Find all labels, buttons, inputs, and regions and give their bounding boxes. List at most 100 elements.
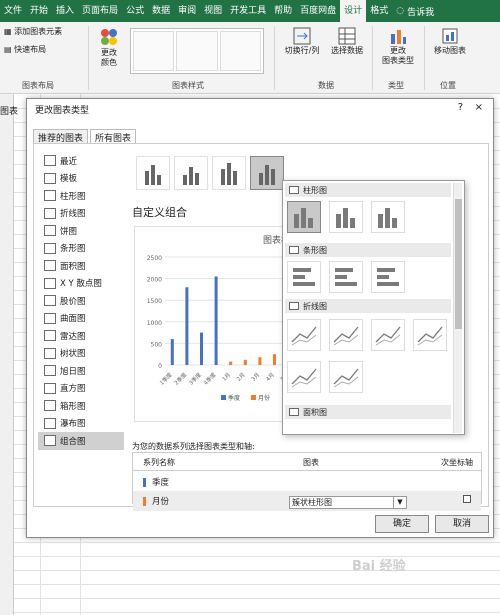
chart-name-label: 图表 — [0, 107, 19, 117]
chart-type-label: 股价图 — [60, 296, 86, 307]
help-search[interactable]: ◌ 告诉我 — [396, 5, 434, 18]
chart-type-icon — [44, 295, 56, 307]
chart-type-item[interactable]: 折线图 — [38, 205, 124, 223]
x-tick-label: 3季度 — [187, 370, 203, 386]
popup-chart-option[interactable] — [329, 201, 363, 233]
separator — [274, 26, 275, 90]
chart-type-item[interactable]: 条形图 — [38, 240, 124, 258]
chart-type-icon — [44, 207, 56, 219]
ribbon-tab[interactable]: 百度网盘 — [296, 0, 340, 22]
chart-type-item[interactable]: 组合图 — [38, 432, 124, 450]
chart-type-icon — [44, 277, 56, 289]
chart-element-icon: ▦ — [4, 27, 15, 36]
popup-chart-option[interactable] — [371, 319, 405, 351]
popup-scrollbar[interactable] — [453, 183, 462, 433]
chart-type-icon — [44, 190, 56, 202]
style-thumb[interactable] — [133, 31, 175, 71]
chart-type-popup: 柱形图 条形图 折线图 面积图 — [282, 180, 465, 435]
select-data-button[interactable]: 选择数据 — [326, 26, 368, 56]
help-icon[interactable]: ? — [458, 102, 463, 113]
popup-chart-option[interactable] — [287, 201, 321, 233]
grid-row-line — [14, 598, 500, 599]
group-layout-label: 图表布局 — [22, 81, 54, 90]
ribbon-tab[interactable]: 审阅 — [174, 0, 200, 22]
combo-subtype-clustered-line[interactable] — [136, 156, 170, 190]
series-chart-type-dropdown[interactable]: 簇状柱形图 ▼ — [289, 496, 407, 509]
grid-row-line — [14, 612, 500, 613]
group-location-label: 位置 — [440, 81, 456, 90]
ribbon-tab[interactable]: 设计 — [340, 0, 367, 22]
chart-type-item[interactable]: 直方图 — [38, 380, 124, 398]
y-tick-label: 2500 — [147, 255, 162, 262]
layout-icon: ▤ — [4, 45, 15, 54]
combo-subtype-custom[interactable] — [250, 156, 284, 190]
combo-subtypes — [136, 156, 284, 190]
popup-chart-option[interactable] — [329, 261, 363, 293]
change-chart-type-button[interactable]: 更改 图表类型 — [376, 26, 420, 66]
scrollbar-thumb[interactable] — [455, 199, 462, 329]
separator — [88, 26, 89, 90]
series-name: 季度 — [152, 478, 170, 488]
x-tick-label: 4月 — [265, 371, 276, 382]
chart-type-item[interactable]: X Y 散点图 — [38, 275, 124, 293]
chart-type-icon — [44, 242, 56, 254]
combo-subtype-clustered-line-secondary[interactable] — [174, 156, 208, 190]
ribbon-tab[interactable]: 文件 — [0, 0, 26, 22]
category-icon — [289, 302, 299, 310]
chart-type-item[interactable]: 模板 — [38, 170, 124, 188]
ribbon-tab[interactable]: 数据 — [148, 0, 174, 22]
col-chart-type: 图表 — [303, 458, 319, 467]
popup-chart-option[interactable] — [287, 261, 321, 293]
line-chart-icon — [333, 326, 359, 346]
chart-type-item[interactable]: 瀑布图 — [38, 415, 124, 433]
style-thumb[interactable] — [176, 31, 218, 71]
secondary-axis-checkbox[interactable] — [463, 495, 471, 503]
chart-type-item[interactable]: 曲面图 — [38, 310, 124, 328]
ribbon-tab[interactable]: 插入 — [52, 0, 78, 22]
chart-type-label: 曲面图 — [60, 314, 86, 325]
popup-chart-option[interactable] — [287, 319, 321, 351]
quick-layout-button[interactable]: ▤ 快速布局 — [4, 44, 46, 55]
popup-chart-option[interactable] — [287, 361, 321, 393]
move-chart-button[interactable]: 移动图表 — [428, 26, 472, 56]
ribbon-tab[interactable]: 页面布局 — [78, 0, 122, 22]
chart-type-item[interactable]: 饼图 — [38, 222, 124, 240]
chart-type-item[interactable]: 股价图 — [38, 292, 124, 310]
style-thumb[interactable] — [219, 31, 261, 71]
chart-type-item[interactable]: 面积图 — [38, 257, 124, 275]
chart-type-item[interactable]: 旭日图 — [38, 362, 124, 380]
ribbon-tab[interactable]: 开发工具 — [226, 0, 270, 22]
chevron-down-icon[interactable]: ▼ — [393, 497, 406, 508]
popup-chart-option[interactable] — [329, 319, 363, 351]
ok-button[interactable]: 确定 — [375, 515, 429, 533]
switch-row-column-button[interactable]: 切换行/列 — [280, 26, 324, 56]
popup-chart-option[interactable] — [371, 201, 405, 233]
change-colors-button[interactable]: 更改 颜色 — [94, 26, 124, 68]
chart-type-item[interactable]: 箱形图 — [38, 397, 124, 415]
chart-type-item[interactable]: 雷达图 — [38, 327, 124, 345]
popup-category-header: 面积图 — [285, 405, 451, 419]
combo-subtype-stacked-area[interactable] — [212, 156, 246, 190]
ribbon-tab[interactable]: 开始 — [26, 0, 52, 22]
legend-label: 季度 — [228, 394, 240, 402]
category-icon — [289, 186, 299, 194]
chart-type-item[interactable]: 柱形图 — [38, 187, 124, 205]
close-icon[interactable]: × — [475, 102, 483, 113]
add-chart-element-button[interactable]: ▦ 添加图表元素 — [4, 26, 62, 37]
cancel-button[interactable]: 取消 — [435, 515, 489, 533]
chart-type-icon — [44, 330, 56, 342]
popup-chart-option[interactable] — [413, 319, 447, 351]
popup-chart-option[interactable] — [371, 261, 405, 293]
ribbon-tab[interactable]: 公式 — [122, 0, 148, 22]
ribbon-tab[interactable]: 帮助 — [270, 0, 296, 22]
group-data-label: 数据 — [318, 81, 334, 90]
ribbon-tab[interactable]: 格式 — [366, 0, 392, 22]
chart-type-item[interactable]: 最近 — [38, 152, 124, 170]
group-type-label: 类型 — [388, 81, 404, 90]
bar-季度 — [200, 332, 203, 365]
chart-styles-gallery[interactable] — [130, 28, 264, 74]
help-label: 告诉我 — [407, 7, 435, 18]
chart-type-item[interactable]: 树状图 — [38, 345, 124, 363]
ribbon-tab[interactable]: 视图 — [200, 0, 226, 22]
popup-chart-option[interactable] — [329, 361, 363, 393]
